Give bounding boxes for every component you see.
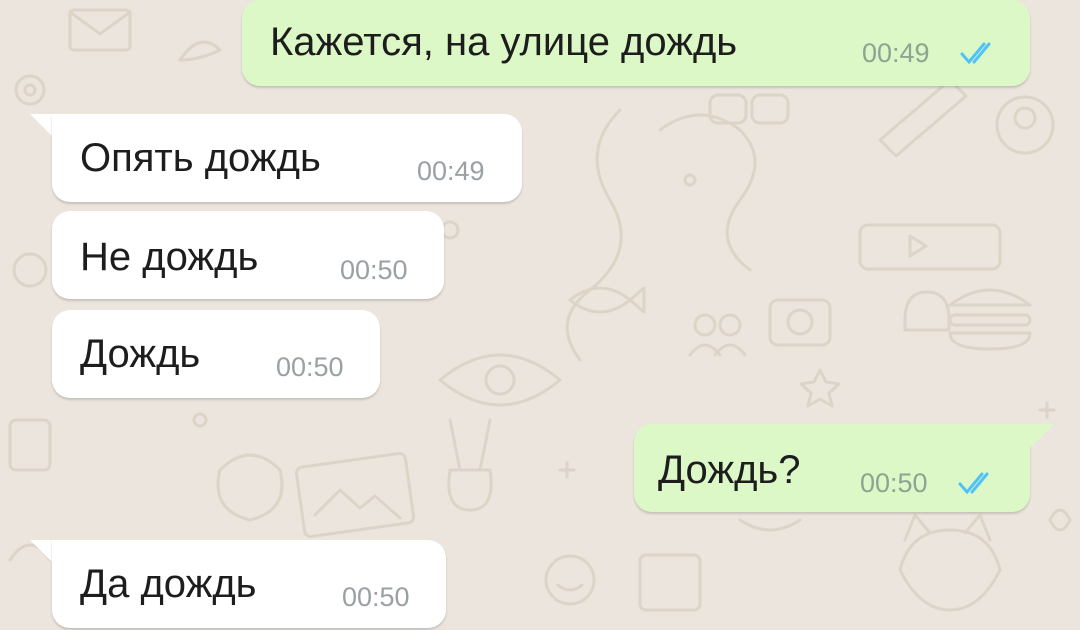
message-time: 00:50 [276, 352, 344, 382]
double-check-icon [958, 472, 989, 495]
message-time: 00:50 [342, 582, 410, 612]
message-bubble-incoming[interactable]: Дождь 00:50 [52, 310, 380, 398]
message-text: Не дождь [80, 235, 259, 279]
message-bubble-incoming[interactable]: Да дождь 00:50 [52, 540, 446, 628]
message-bubble-outgoing[interactable]: Дождь? 00:50 [634, 424, 1030, 512]
message-bubble-incoming[interactable]: Не дождь 00:50 [52, 211, 444, 299]
message-text: Да дождь [80, 562, 257, 606]
message-time: 00:50 [340, 255, 408, 285]
message-bubble-incoming[interactable]: Опять дождь 00:49 [52, 114, 522, 202]
message-text: Дождь [80, 332, 201, 376]
bubble-tail-outgoing [1028, 424, 1054, 450]
message-text: Кажется, на улице дождь [270, 20, 738, 64]
message-bubble-outgoing[interactable]: Кажется, на улице дождь 00:49 [242, 0, 1030, 86]
message-time: 00:50 [860, 468, 928, 498]
chat-conversation: Кажется, на улице дождь 00:49 Опять дожд… [0, 0, 1080, 630]
message-text: Опять дождь [80, 136, 321, 180]
double-check-icon [960, 42, 991, 65]
message-time: 00:49 [862, 38, 930, 68]
message-text: Дождь? [658, 448, 801, 492]
message-time: 00:49 [417, 156, 485, 186]
